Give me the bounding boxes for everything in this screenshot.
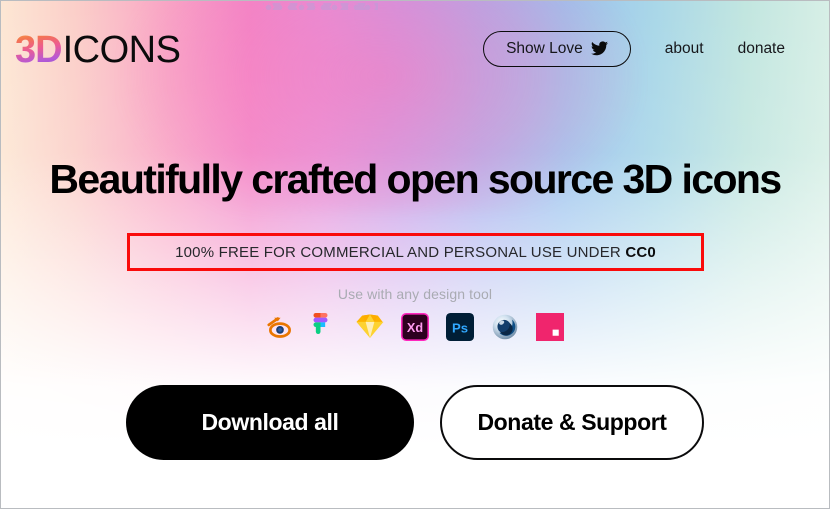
nav-link-donate[interactable]: donate [738,40,785,58]
adobe-xd-icon[interactable]: Xd [400,312,430,342]
site-header: 3D ICONS Show Love about donate [1,1,829,101]
svg-text:Ps: Ps [452,320,468,335]
main-navigation: Show Love about donate [483,31,785,67]
donate-support-button[interactable]: Donate & Support [440,385,704,460]
hero-section: Beautifully crafted open source 3D icons [1,156,829,203]
cta-button-row: Download all Donate & Support [1,385,829,460]
page-title: Beautifully crafted open source 3D icons [49,156,782,202]
license-cc0-label: CC0 [625,243,656,261]
nav-link-about[interactable]: about [665,40,704,58]
logo-icons-text: ICONS [62,29,181,71]
photoshop-icon[interactable]: Ps [446,313,474,341]
figma-icon[interactable] [311,313,339,341]
download-all-button[interactable]: Download all [126,385,414,460]
license-highlight-box: 100% FREE FOR COMMERCIAL AND PERSONAL US… [127,233,704,271]
license-text: 100% FREE FOR COMMERCIAL AND PERSONAL US… [175,244,656,261]
svg-text:Xd: Xd [407,321,423,335]
cinema4d-icon[interactable] [491,313,519,341]
blender-icon[interactable] [266,313,294,341]
logo-3d-text: 3D [15,29,63,71]
tools-caption: Use with any design tool [337,286,493,302]
site-logo[interactable]: 3D ICONS [15,29,181,71]
show-love-button[interactable]: Show Love [483,31,631,67]
license-text-prefix: 100% FREE FOR COMMERCIAL AND PERSONAL US… [175,243,626,261]
invision-icon[interactable] [536,313,564,341]
page-viewport: 3D ICONS Show Love about donate Beautiful… [0,0,830,509]
design-tool-icons: Xd Ps [1,312,829,342]
twitter-bird-icon [590,41,608,56]
sketch-icon[interactable] [356,313,384,341]
show-love-label: Show Love [506,40,583,57]
